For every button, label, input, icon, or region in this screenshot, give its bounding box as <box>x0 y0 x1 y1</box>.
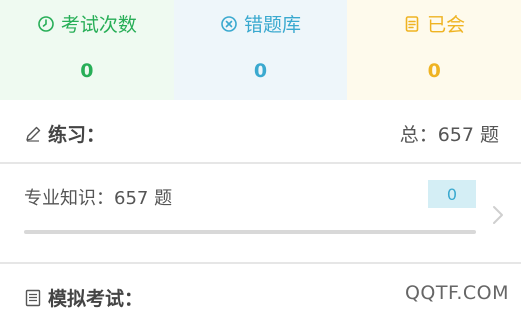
practice-title: 练习： <box>48 124 106 146</box>
stat-value: 0 <box>427 60 441 82</box>
stat-exam-count[interactable]: 考试次数 0 <box>0 0 174 100</box>
stat-value: 0 <box>253 60 268 82</box>
mock-exam-header[interactable]: 模拟考试： QQTF.COM <box>0 264 521 310</box>
watermark: QQTF.COM <box>404 282 509 304</box>
clock-icon <box>37 15 55 33</box>
x-circle-icon <box>220 15 238 33</box>
stat-label: 考试次数 <box>60 14 137 36</box>
document-icon <box>403 15 421 33</box>
stat-value: 0 <box>80 60 94 82</box>
pencil-icon <box>24 125 42 143</box>
list-icon <box>24 289 42 307</box>
practice-header: 练习： 总：657 题 <box>0 100 521 162</box>
knowledge-label: 专业知识：657 题 <box>24 188 173 209</box>
stat-label: 错题库 <box>244 14 302 36</box>
stat-wrong-questions[interactable]: 错题库 0 <box>173 0 348 100</box>
chevron-right-icon <box>491 204 505 226</box>
knowledge-progress-bar <box>24 230 476 234</box>
knowledge-count-badge: 0 <box>428 180 476 208</box>
stats-bar: 考试次数 0 错题库 0 已会 0 <box>0 0 521 100</box>
stat-mastered[interactable]: 已会 0 <box>347 0 521 100</box>
stat-label: 已会 <box>427 14 466 36</box>
practice-total: 总：657 题 <box>399 124 499 146</box>
knowledge-item[interactable]: 专业知识：657 题 0 <box>0 164 521 262</box>
